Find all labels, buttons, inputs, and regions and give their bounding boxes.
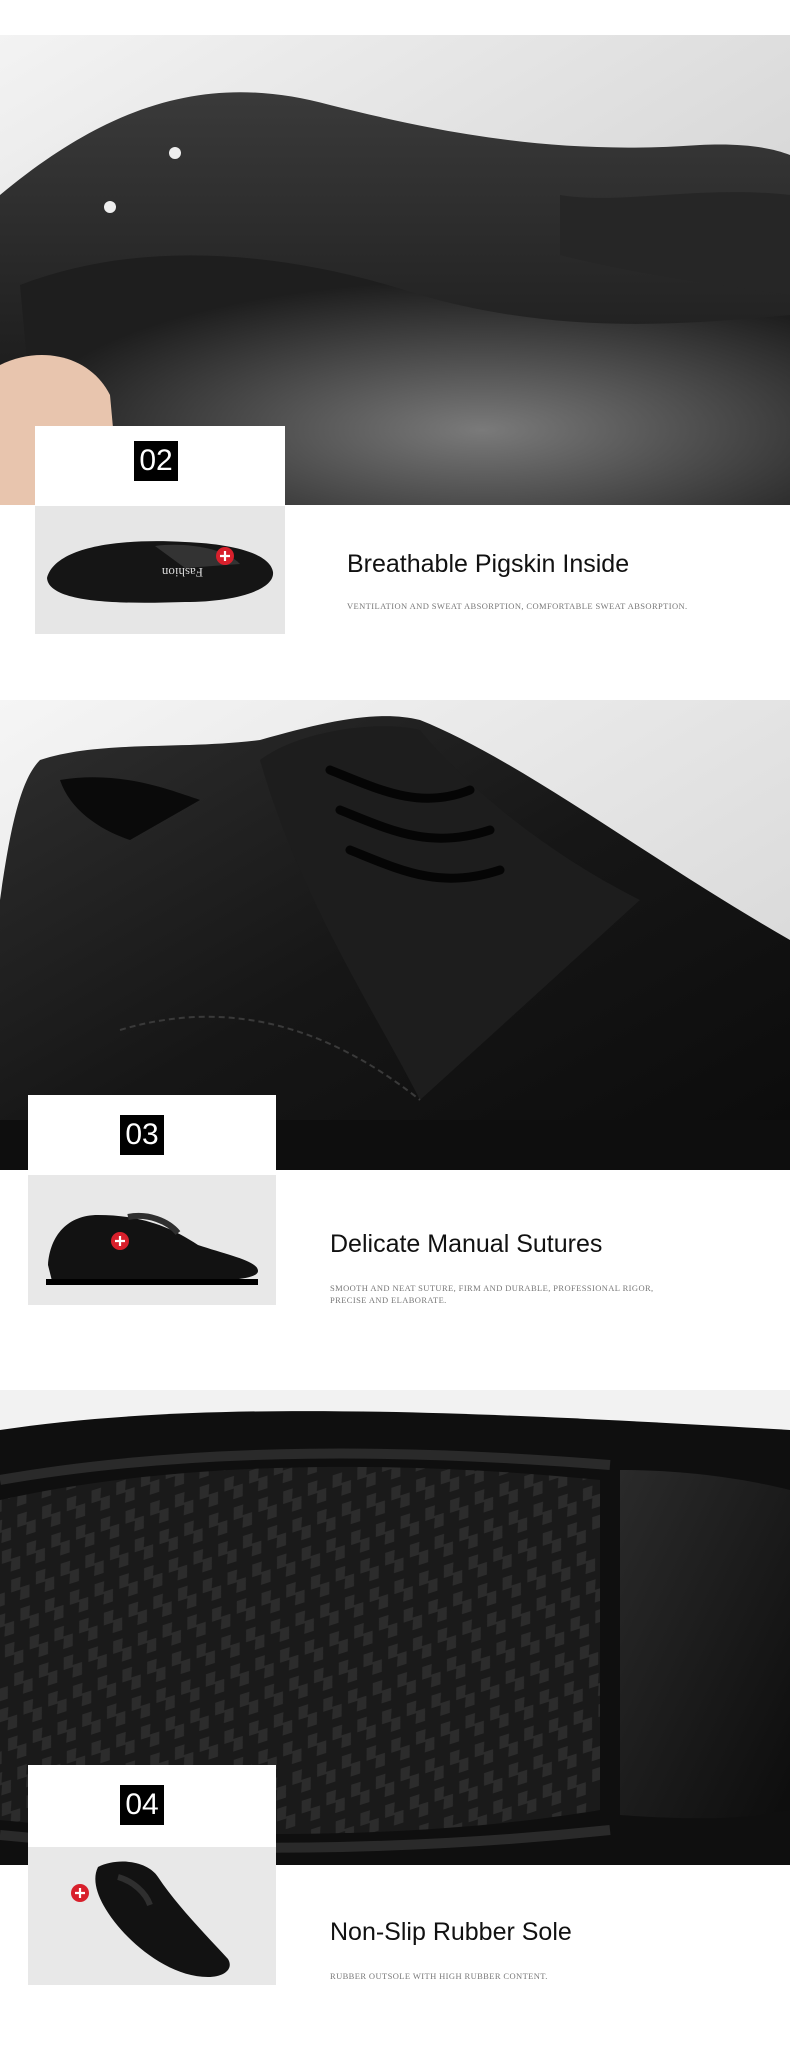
feature-subtitle: RUBBER OUTSOLE WITH HIGH RUBBER CONTENT.: [330, 1971, 548, 1981]
fashion-insole-text: Fashion: [161, 565, 203, 580]
shoe-front-view-thumbnail: [28, 1847, 276, 1985]
thumbnail-card-04: 04: [28, 1765, 276, 1985]
feature-subtitle: VENTILATION AND SWEAT ABSORPTION, COMFOR…: [347, 601, 688, 611]
section-number-badge: 03: [120, 1115, 164, 1155]
shoe-top-view-thumbnail: Fashion: [35, 506, 285, 634]
feature-section-02: 02 Fashion Breathable Pigskin Inside VEN…: [0, 0, 790, 680]
feature-title: Non-Slip Rubber Sole: [330, 1918, 572, 1946]
feature-subtitle-line: SMOOTH AND NEAT SUTURE, FIRM AND DURABLE…: [330, 1283, 654, 1293]
section-number-badge: 04: [120, 1785, 164, 1825]
feature-subtitle-line: PRECISE AND ELABORATE.: [330, 1295, 447, 1305]
thumbnail-card-03: 03: [28, 1095, 276, 1305]
shoe-side-view-thumbnail: [28, 1175, 276, 1305]
section-number-badge: 02: [134, 441, 178, 481]
feature-section-03: 03 Delicate Manual Sutures SMOOTH AND NE…: [0, 680, 790, 1360]
feature-title: Delicate Manual Sutures: [330, 1230, 603, 1258]
feature-subtitle: SMOOTH AND NEAT SUTURE, FIRM AND DURABLE…: [330, 1282, 654, 1306]
feature-title: Breathable Pigskin Inside: [347, 550, 630, 578]
feature-section-04: 04 Non-Slip Rubber Sole RUBBER OUTSOLE W…: [0, 1360, 790, 2046]
thumbnail-card-02: 02 Fashion: [35, 426, 285, 634]
